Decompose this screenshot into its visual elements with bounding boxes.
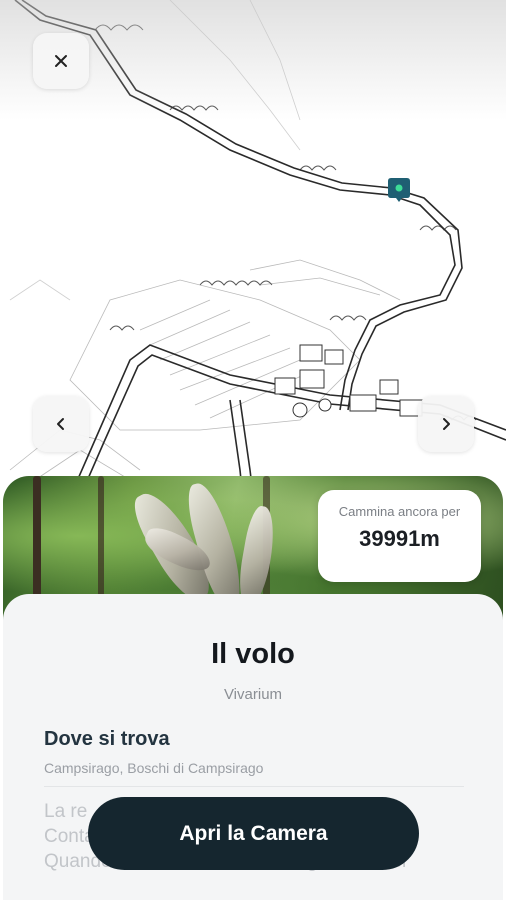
walk-distance-badge: Cammina ancora per 39991m <box>318 490 481 582</box>
next-button[interactable] <box>418 396 474 452</box>
walk-distance-value: 39991m <box>359 526 440 551</box>
close-icon <box>55 55 67 67</box>
chevron-right-icon <box>443 418 450 430</box>
artwork-subtitle: Vivarium <box>223 686 283 703</box>
location-heading: Dove si trova <box>44 728 170 750</box>
location-marker-icon[interactable] <box>386 177 412 203</box>
previous-button[interactable] <box>33 396 89 452</box>
artwork-title: Il volo <box>211 638 295 670</box>
close-button[interactable] <box>33 33 89 89</box>
open-camera-button[interactable]: Apri la Camera <box>88 797 419 870</box>
divider <box>44 786 464 787</box>
chevron-left-icon <box>57 418 64 430</box>
location-text: Campsirago, Boschi di Campsirago <box>44 760 264 776</box>
walk-distance-label: Cammina ancora per <box>338 504 461 519</box>
